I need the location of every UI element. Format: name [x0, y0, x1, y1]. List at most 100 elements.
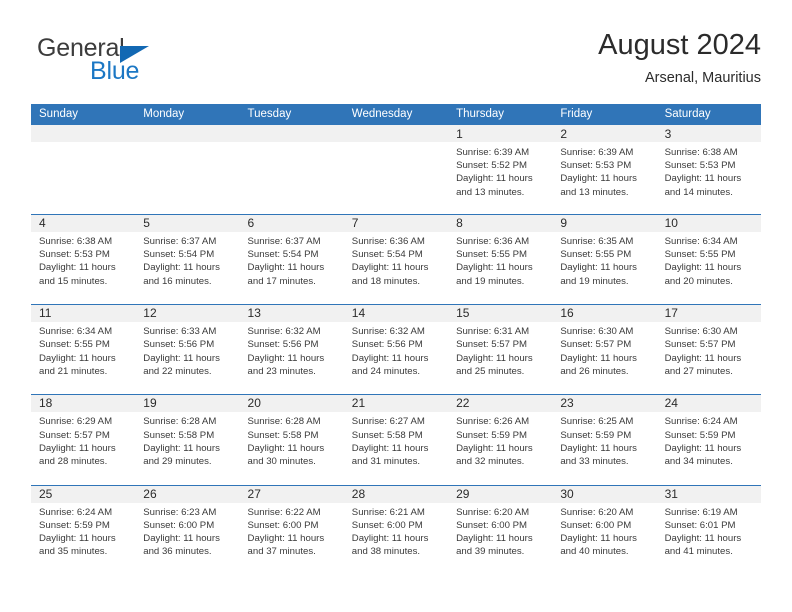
day-details: Sunrise: 6:31 AM Sunset: 5:57 PM Dayligh…: [456, 322, 552, 378]
day-details: Sunrise: 6:36 AM Sunset: 5:54 PM Dayligh…: [352, 232, 448, 288]
day-cell[interactable]: [240, 125, 344, 199]
day-cell[interactable]: 20 Sunrise: 6:28 AM Sunset: 5:58 PM Dayl…: [240, 394, 344, 468]
day-details: Sunrise: 6:34 AM Sunset: 5:55 PM Dayligh…: [39, 322, 135, 378]
day-cell[interactable]: 18 Sunrise: 6:29 AM Sunset: 5:57 PM Dayl…: [31, 394, 135, 468]
day-cell[interactable]: 16 Sunrise: 6:30 AM Sunset: 5:57 PM Dayl…: [552, 304, 656, 378]
day-details: Sunrise: 6:20 AM Sunset: 6:00 PM Dayligh…: [456, 503, 552, 559]
day-cell[interactable]: 8 Sunrise: 6:36 AM Sunset: 5:55 PM Dayli…: [448, 214, 552, 288]
daylight-text-line2: and 24 minutes.: [351, 365, 421, 377]
day-cell[interactable]: [31, 125, 135, 199]
day-cell[interactable]: 15 Sunrise: 6:31 AM Sunset: 5:57 PM Dayl…: [448, 304, 552, 378]
weekday-header-wednesday: Wednesday: [351, 108, 413, 120]
day-cell[interactable]: 7 Sunrise: 6:36 AM Sunset: 5:54 PM Dayli…: [344, 214, 448, 288]
day-details: Sunrise: 6:22 AM Sunset: 6:00 PM Dayligh…: [248, 503, 344, 559]
daylight-text-line2: and 19 minutes.: [456, 275, 525, 287]
daylight-text-line2: and 28 minutes.: [39, 455, 108, 467]
day-number: 8: [456, 216, 463, 230]
day-number: 30: [560, 486, 574, 501]
sunset-text: Sunset: 5:55 PM: [39, 339, 110, 351]
daylight-text-line1: Daylight: 11 hours: [247, 442, 325, 454]
daylight-text-line2: and 16 minutes.: [143, 275, 212, 287]
day-cell[interactable]: 25 Sunrise: 6:24 AM Sunset: 5:59 PM Dayl…: [31, 485, 135, 559]
day-number: 13: [247, 306, 261, 321]
brand-logo[interactable]: General Blue: [31, 34, 231, 92]
day-cell[interactable]: 23 Sunrise: 6:25 AM Sunset: 5:59 PM Dayl…: [552, 394, 656, 468]
day-details: Sunrise: 6:24 AM Sunset: 5:59 PM Dayligh…: [665, 412, 761, 468]
day-number: 27: [247, 486, 261, 501]
sunrise-text: Sunrise: 6:23 AM: [143, 506, 217, 518]
daylight-text-line2: and 40 minutes.: [560, 546, 629, 558]
day-details: Sunrise: 6:21 AM Sunset: 6:00 PM Dayligh…: [352, 503, 448, 559]
sunrise-text: Sunrise: 6:28 AM: [143, 416, 217, 428]
day-cell[interactable]: 19 Sunrise: 6:28 AM Sunset: 5:58 PM Dayl…: [135, 394, 239, 468]
daylight-text-line1: Daylight: 11 hours: [351, 442, 429, 454]
daylight-text-line1: Daylight: 11 hours: [664, 532, 742, 544]
day-cell[interactable]: 24 Sunrise: 6:24 AM Sunset: 5:59 PM Dayl…: [657, 394, 761, 468]
day-number: 5: [143, 216, 150, 230]
daylight-text-line1: Daylight: 11 hours: [39, 352, 116, 364]
day-cell[interactable]: 28 Sunrise: 6:21 AM Sunset: 6:00 PM Dayl…: [344, 485, 448, 559]
day-cell[interactable]: 14 Sunrise: 6:32 AM Sunset: 5:56 PM Dayl…: [344, 304, 448, 378]
daylight-text-line1: Daylight: 11 hours: [560, 173, 637, 185]
day-cell[interactable]: [135, 125, 239, 199]
day-details: Sunrise: 6:39 AM Sunset: 5:52 PM Dayligh…: [456, 143, 552, 199]
daylight-text-line2: and 22 minutes.: [143, 365, 212, 377]
daylight-text-line1: Daylight: 11 hours: [143, 532, 220, 544]
day-cell[interactable]: 31 Sunrise: 6:19 AM Sunset: 6:01 PM Dayl…: [657, 485, 761, 559]
sunrise-text: Sunrise: 6:38 AM: [664, 147, 738, 158]
day-number: 14: [351, 306, 366, 321]
sunrise-text: Sunrise: 6:36 AM: [351, 236, 425, 247]
day-number: 7: [351, 216, 359, 230]
daylight-text-line2: and 14 minutes.: [664, 186, 733, 198]
daylight-text-line2: and 34 minutes.: [664, 455, 733, 467]
sunrise-text: Sunrise: 6:34 AM: [664, 236, 738, 247]
daylight-text-line2: and 31 minutes.: [351, 455, 421, 467]
sunset-text: Sunset: 5:56 PM: [351, 339, 423, 351]
sunrise-text: Sunrise: 6:34 AM: [39, 326, 113, 338]
day-cell[interactable]: [344, 125, 448, 199]
day-cell[interactable]: 6 Sunrise: 6:37 AM Sunset: 5:54 PM Dayli…: [240, 214, 344, 288]
day-cell[interactable]: 27 Sunrise: 6:22 AM Sunset: 6:00 PM Dayl…: [240, 485, 344, 559]
day-cell[interactable]: 12 Sunrise: 6:33 AM Sunset: 5:56 PM Dayl…: [135, 304, 239, 378]
sunset-text: Sunset: 5:59 PM: [560, 429, 632, 441]
day-cell[interactable]: 11 Sunrise: 6:34 AM Sunset: 5:55 PM Dayl…: [31, 304, 135, 378]
calendar-week-row: 4 Sunrise: 6:38 AM Sunset: 5:53 PM Dayli…: [31, 214, 761, 304]
day-cell[interactable]: 9 Sunrise: 6:35 AM Sunset: 5:55 PM Dayli…: [552, 214, 656, 288]
day-cell[interactable]: 21 Sunrise: 6:27 AM Sunset: 5:58 PM Dayl…: [344, 394, 448, 468]
day-cell[interactable]: 1 Sunrise: 6:39 AM Sunset: 5:52 PM Dayli…: [448, 125, 552, 199]
day-details: Sunrise: 6:37 AM Sunset: 5:54 PM Dayligh…: [248, 232, 344, 288]
sunset-text: Sunset: 5:59 PM: [456, 429, 527, 441]
day-cell[interactable]: 29 Sunrise: 6:20 AM Sunset: 6:00 PM Dayl…: [448, 485, 552, 559]
daylight-text-line2: and 38 minutes.: [351, 546, 421, 558]
sunset-text: Sunset: 5:58 PM: [351, 429, 423, 441]
day-details: Sunrise: 6:28 AM Sunset: 5:58 PM Dayligh…: [143, 412, 239, 468]
weekday-header-tuesday: Tuesday: [247, 108, 292, 120]
weekday-header-sunday: Sunday: [39, 108, 79, 120]
day-cell[interactable]: 22 Sunrise: 6:26 AM Sunset: 5:59 PM Dayl…: [448, 394, 552, 468]
day-cell[interactable]: 26 Sunrise: 6:23 AM Sunset: 6:00 PM Dayl…: [135, 485, 239, 559]
day-number: 31: [664, 486, 678, 501]
daylight-text-line2: and 20 minutes.: [664, 275, 733, 287]
day-cell[interactable]: 17 Sunrise: 6:30 AM Sunset: 5:57 PM Dayl…: [657, 304, 761, 378]
calendar-week-row: 18 Sunrise: 6:29 AM Sunset: 5:57 PM Dayl…: [31, 394, 761, 484]
day-cell[interactable]: 10 Sunrise: 6:34 AM Sunset: 5:55 PM Dayl…: [657, 214, 761, 288]
day-cell[interactable]: 5 Sunrise: 6:37 AM Sunset: 5:54 PM Dayli…: [135, 214, 239, 288]
day-details: Sunrise: 6:25 AM Sunset: 5:59 PM Dayligh…: [560, 412, 656, 468]
day-cell[interactable]: 30 Sunrise: 6:20 AM Sunset: 6:00 PM Dayl…: [552, 485, 656, 559]
sunrise-text: Sunrise: 6:39 AM: [560, 147, 634, 158]
sunset-text: Sunset: 5:55 PM: [664, 249, 736, 261]
calendar-table: Sunday Monday Tuesday Wednesday Thursday…: [31, 104, 761, 575]
day-number: 2: [560, 127, 568, 141]
day-cell[interactable]: 4 Sunrise: 6:38 AM Sunset: 5:53 PM Dayli…: [31, 214, 135, 288]
daylight-text-line1: Daylight: 11 hours: [664, 173, 742, 185]
day-cell[interactable]: 2 Sunrise: 6:39 AM Sunset: 5:53 PM Dayli…: [552, 125, 656, 199]
day-cell[interactable]: 3 Sunrise: 6:38 AM Sunset: 5:53 PM Dayli…: [657, 125, 761, 199]
daylight-text-line1: Daylight: 11 hours: [39, 262, 116, 274]
sunset-text: Sunset: 5:56 PM: [143, 339, 215, 351]
day-number: 24: [664, 396, 678, 411]
sunset-text: Sunset: 6:00 PM: [351, 519, 423, 531]
sunrise-text: Sunrise: 6:22 AM: [247, 506, 321, 518]
day-cell[interactable]: 13 Sunrise: 6:32 AM Sunset: 5:56 PM Dayl…: [240, 304, 344, 378]
sunset-text: Sunset: 5:57 PM: [39, 429, 110, 441]
weekday-header-row: Sunday Monday Tuesday Wednesday Thursday…: [31, 104, 761, 125]
